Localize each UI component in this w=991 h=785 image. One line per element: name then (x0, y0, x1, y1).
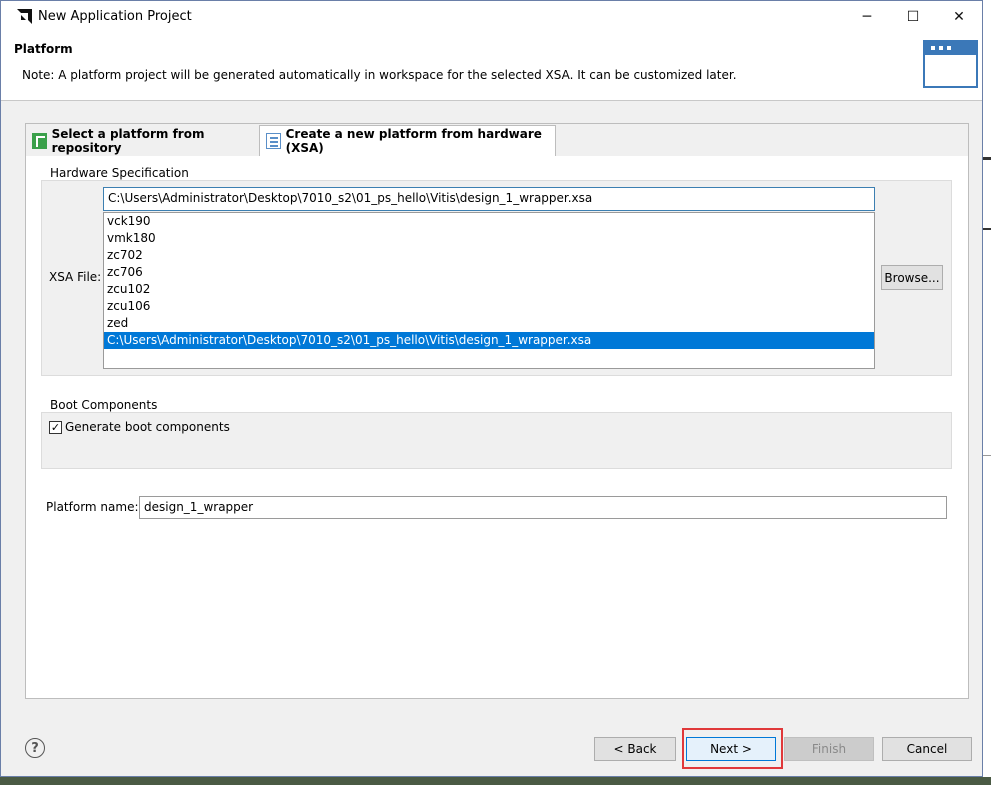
platform-name-label: Platform name: (46, 500, 139, 514)
xsa-file-dropdown-list[interactable]: vck190 vmk180 zc702 zc706 zcu102 zcu106 zed C:\… (103, 212, 875, 369)
xsa-option[interactable]: C:\Users\Administrator\Desktop\7010_s2\0… (104, 332, 874, 349)
background-divider (983, 228, 991, 230)
xsa-option[interactable]: zcu106 (104, 298, 874, 315)
tab-create-from-hardware[interactable]: Create a new platform from hardware (XSA… (259, 125, 556, 156)
cancel-button[interactable]: Cancel (882, 737, 972, 761)
background-divider (983, 157, 991, 160)
help-icon[interactable]: ? (25, 738, 45, 758)
back-button[interactable]: < Back (594, 737, 676, 761)
finish-button[interactable]: Finish (784, 737, 874, 761)
xsa-option[interactable]: zc702 (104, 247, 874, 264)
background-divider (983, 455, 991, 456)
background-window-edge (983, 0, 991, 785)
repository-icon (32, 133, 47, 149)
xsa-option[interactable]: zc706 (104, 264, 874, 281)
tab-select-from-repository[interactable]: Select a platform from repository (26, 126, 259, 156)
page-title: Platform (14, 42, 73, 56)
minimize-button[interactable]: ─ (844, 1, 890, 32)
background-desktop-edge (0, 777, 991, 785)
xsa-option[interactable]: zed (104, 315, 874, 332)
wizard-header: Platform Note: A platform project will b… (1, 32, 982, 101)
boot-components-label: Boot Components (50, 398, 158, 412)
xsa-option[interactable]: vmk180 (104, 230, 874, 247)
hardware-icon (266, 133, 281, 149)
xsa-option[interactable]: zcu102 (104, 281, 874, 298)
wizard-banner-icon (923, 40, 978, 88)
tab-label: Create a new platform from hardware (XSA… (285, 127, 542, 155)
amd-logo-icon (17, 9, 32, 24)
xsa-file-input[interactable]: C:\Users\Administrator\Desktop\7010_s2\0… (103, 187, 875, 211)
next-button[interactable]: Next > (686, 737, 776, 761)
new-application-project-dialog: New Application Project ─ ☐ ✕ Platform N… (0, 0, 983, 777)
tab-label: Select a platform from repository (51, 127, 205, 155)
generate-boot-components-checkbox[interactable]: ✓ (49, 421, 62, 434)
title-bar: New Application Project ─ ☐ ✕ (1, 1, 982, 32)
maximize-button[interactable]: ☐ (890, 1, 936, 32)
generate-boot-components-label[interactable]: Generate boot components (65, 420, 230, 434)
close-button[interactable]: ✕ (936, 1, 982, 32)
xsa-file-label: XSA File: (49, 270, 102, 284)
platform-name-input[interactable]: design_1_wrapper (139, 496, 947, 519)
hardware-specification-label: Hardware Specification (50, 166, 189, 180)
xsa-option[interactable]: vck190 (104, 213, 874, 230)
page-description: Note: A platform project will be generat… (22, 68, 737, 82)
window-title: New Application Project (38, 9, 192, 24)
browse-button[interactable]: Browse... (881, 265, 943, 290)
